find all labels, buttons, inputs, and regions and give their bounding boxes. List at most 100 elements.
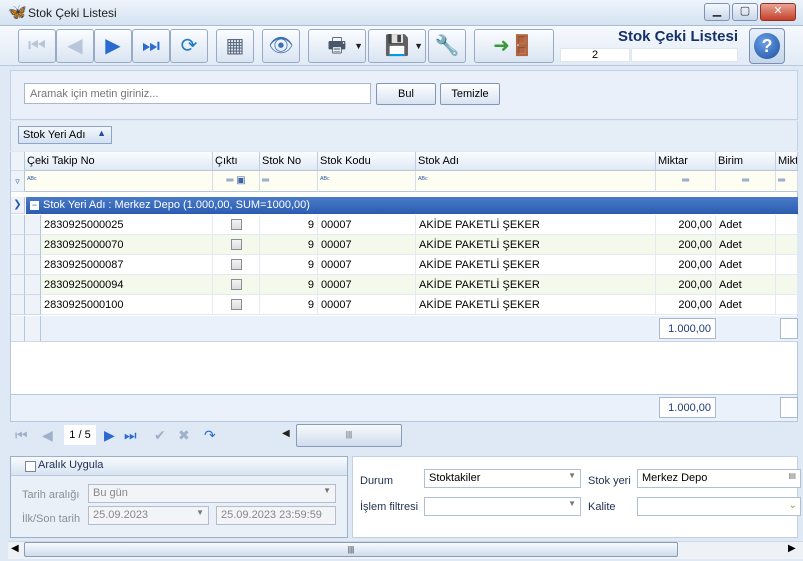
cell-miktar2[interactable] (776, 295, 798, 315)
stok-yeri-field[interactable]: Merkez Depo ▤ (637, 469, 801, 488)
nav-last-button[interactable]: ⏭ (124, 427, 137, 444)
durum-combo[interactable]: Stoktakiler ▼ (424, 469, 581, 488)
filter-stok-kodu[interactable]: ᴬᴮᶜ (318, 171, 416, 192)
settings-button[interactable]: 🔧 (428, 29, 466, 63)
cell-stok-no[interactable]: 9 (260, 275, 318, 295)
cell-miktar[interactable]: 200,00 (656, 255, 716, 275)
cell-miktar2[interactable] (776, 235, 798, 255)
kalite-field[interactable]: ⌄ (637, 497, 801, 516)
cikti-checkbox[interactable] (230, 259, 242, 270)
filter-cikti[interactable]: ═ ▣ (213, 171, 260, 192)
cell-stok-kodu[interactable]: 00007 (318, 235, 416, 255)
filter-miktar2[interactable]: ═ (776, 171, 798, 192)
cell-stok-kodu[interactable]: 00007 (318, 215, 416, 235)
first-record-button[interactable]: ⏮ (18, 29, 56, 63)
cell-takip-no[interactable]: 2830925000094 (41, 275, 213, 295)
cell-birim[interactable]: Adet (716, 215, 776, 235)
filter-stok-no[interactable]: ═ (260, 171, 318, 192)
previous-record-button[interactable]: ◀ (56, 29, 94, 63)
cell-stok-kodu[interactable]: 00007 (318, 255, 416, 275)
col-header-cikti[interactable]: Çıktı (213, 152, 260, 171)
col-header-birim[interactable]: Birim (716, 152, 776, 171)
last-date-field[interactable]: 25.09.2023 23:59:59 (216, 506, 336, 525)
cell-stok-adi[interactable]: AKİDE PAKETLİ ŞEKER (416, 295, 656, 315)
cell-takip-no[interactable]: 2830925000100 (41, 295, 213, 315)
nav-confirm-button[interactable]: ✔ (154, 427, 166, 444)
cikti-checkbox[interactable] (230, 239, 242, 250)
col-header-miktar2[interactable]: Mikt (776, 152, 798, 171)
col-header-miktar[interactable]: Miktar (656, 152, 716, 171)
scroll-left-arrow[interactable]: ◀ (282, 428, 290, 439)
scroll-right-arrow[interactable]: ▶ (788, 543, 796, 554)
preview-button[interactable]: 👁 (262, 29, 300, 63)
clear-button[interactable]: Temizle (440, 83, 500, 105)
cell-miktar2[interactable] (776, 215, 798, 235)
filter-grid-button[interactable]: ▦ (216, 29, 254, 63)
cell-stok-adi[interactable]: AKİDE PAKETLİ ŞEKER (416, 255, 656, 275)
row-indicator[interactable] (11, 255, 25, 275)
cikti-checkbox[interactable] (230, 219, 242, 230)
cell-miktar2[interactable] (776, 275, 798, 295)
row-indicator[interactable] (11, 215, 25, 235)
col-header-takip-no[interactable]: Çeki Takip No (25, 152, 213, 171)
nav-cancel-button[interactable]: ✖ (178, 427, 190, 444)
scroll-left-arrow[interactable]: ◀ (11, 543, 19, 554)
find-button[interactable]: Bul (376, 83, 436, 105)
cell-stok-no[interactable]: 9 (260, 215, 318, 235)
cell-stok-no[interactable]: 9 (260, 295, 318, 315)
cell-takip-no[interactable]: 2830925000087 (41, 255, 213, 275)
scrollbar-thumb[interactable]: ||| (24, 542, 678, 557)
cikti-checkbox-cell[interactable] (213, 215, 260, 235)
search-input[interactable] (24, 83, 371, 104)
next-record-button[interactable]: ▶ (94, 29, 132, 63)
cell-birim[interactable]: Adet (716, 255, 776, 275)
cikti-checkbox-cell[interactable] (213, 295, 260, 315)
row-indicator[interactable] (11, 275, 25, 295)
cikti-checkbox[interactable] (230, 279, 242, 290)
collapse-icon[interactable]: − (30, 200, 39, 210)
cell-birim[interactable]: Adet (716, 235, 776, 255)
apply-range-checkbox[interactable] (25, 461, 36, 472)
row-indicator[interactable] (11, 295, 25, 315)
cell-miktar[interactable]: 200,00 (656, 235, 716, 255)
cell-stok-no[interactable]: 9 (260, 255, 318, 275)
cell-miktar[interactable]: 200,00 (656, 295, 716, 315)
cikti-checkbox-cell[interactable] (213, 235, 260, 255)
filter-miktar[interactable]: ═ (656, 171, 716, 192)
cell-takip-no[interactable]: 2830925000025 (41, 215, 213, 235)
col-header-stok-no[interactable]: Stok No (260, 152, 318, 171)
close-button[interactable]: ✕ (760, 3, 796, 21)
cell-stok-kodu[interactable]: 00007 (318, 275, 416, 295)
export-button[interactable]: 💾 ▼ (368, 29, 426, 63)
nav-refresh-button[interactable]: ↷ (204, 427, 216, 444)
row-indicator[interactable] (11, 235, 25, 255)
last-record-button[interactable]: ⏭ (132, 29, 170, 63)
refresh-button[interactable]: ⟳ (170, 29, 208, 63)
col-header-stok-kodu[interactable]: Stok Kodu (318, 152, 416, 171)
exit-button[interactable]: ➜🚪 (474, 29, 554, 63)
nav-first-button[interactable]: ⏮ (15, 427, 28, 444)
nav-next-button[interactable]: ▶ (104, 427, 115, 444)
cell-miktar[interactable]: 200,00 (656, 215, 716, 235)
islem-filtresi-combo[interactable]: ▼ (424, 497, 581, 516)
nav-prev-button[interactable]: ◀ (42, 427, 53, 444)
help-button[interactable]: ? (749, 28, 785, 64)
cikti-checkbox-cell[interactable] (213, 275, 260, 295)
maximize-button[interactable]: ▢ (732, 3, 758, 21)
cikti-checkbox-cell[interactable] (213, 255, 260, 275)
cell-stok-adi[interactable]: AKİDE PAKETLİ ŞEKER (416, 215, 656, 235)
cell-birim[interactable]: Adet (716, 275, 776, 295)
filter-stok-adi[interactable]: ᴬᴮᶜ (416, 171, 656, 192)
cell-birim[interactable]: Adet (716, 295, 776, 315)
col-header-stok-adi[interactable]: Stok Adı (416, 152, 656, 171)
cell-stok-no[interactable]: 9 (260, 235, 318, 255)
minimize-button[interactable]: ▁ (704, 3, 730, 21)
cell-stok-adi[interactable]: AKİDE PAKETLİ ŞEKER (416, 275, 656, 295)
cell-stok-adi[interactable]: AKİDE PAKETLİ ŞEKER (416, 235, 656, 255)
cell-miktar[interactable]: 200,00 (656, 275, 716, 295)
grid-hscroll-thumb[interactable]: ||| (296, 424, 402, 447)
date-range-combo[interactable]: Bu gün ▼ (88, 484, 336, 503)
group-row[interactable]: − Stok Yeri Adı : Merkez Depo (1.000,00, … (26, 197, 798, 214)
cell-miktar2[interactable] (776, 255, 798, 275)
filter-takip-no[interactable]: ᴬᴮᶜ (25, 171, 213, 192)
